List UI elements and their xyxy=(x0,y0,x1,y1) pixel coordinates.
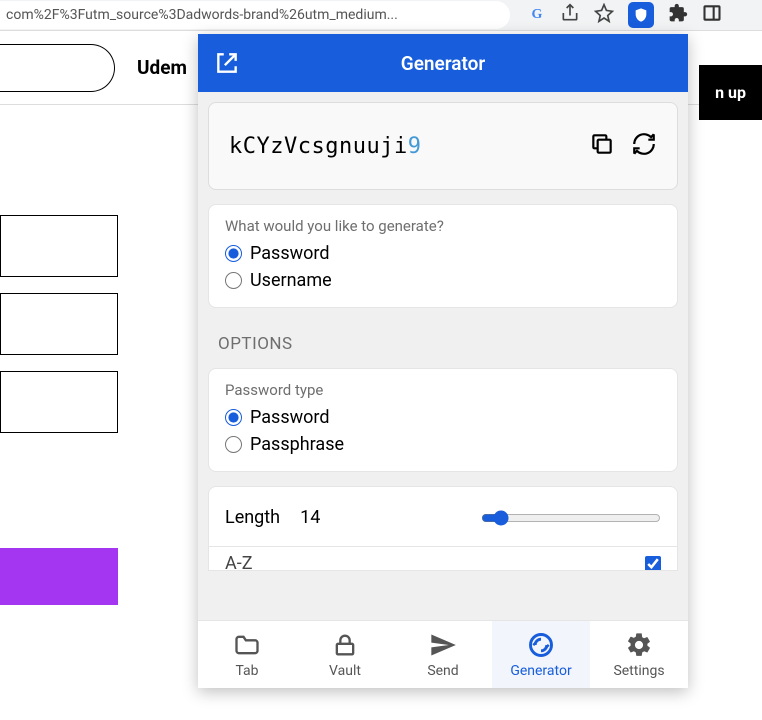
tab-send[interactable]: Send xyxy=(394,621,492,688)
share-icon[interactable] xyxy=(560,3,580,27)
url-text: com%2F%3Futm_source%3Dadwords-brand%26ut… xyxy=(6,7,398,23)
omnibox[interactable]: com%2F%3Futm_source%3Dadwords-brand%26ut… xyxy=(0,1,510,29)
search-pill[interactable] xyxy=(0,44,115,92)
brand-text: Udem xyxy=(137,56,187,79)
generate-question: What would you like to generate? xyxy=(225,217,661,235)
length-label: Length xyxy=(225,507,280,528)
bitwarden-popup: Generator kCYzVcsgnuuji9 What would you … xyxy=(198,34,688,688)
signup-button[interactable]: n up xyxy=(699,65,762,120)
tab-generator[interactable]: Generator xyxy=(492,621,590,688)
password-type-card: Password type Password Passphrase xyxy=(208,368,678,472)
submit-button[interactable] xyxy=(0,548,118,605)
length-value: 14 xyxy=(300,507,320,528)
uppercase-row: A-Z xyxy=(208,547,678,571)
popout-icon[interactable] xyxy=(214,50,240,80)
regenerate-icon[interactable] xyxy=(631,131,657,161)
popup-title: Generator xyxy=(401,52,485,75)
password-type-label: Password type xyxy=(225,381,661,399)
generate-type-card: What would you like to generate? Passwor… xyxy=(208,204,678,308)
length-slider[interactable] xyxy=(481,510,661,526)
length-card: Length 14 xyxy=(208,486,678,547)
radio-pw-type-password[interactable]: Password xyxy=(225,407,661,428)
bitwarden-extension-icon[interactable] xyxy=(628,2,654,28)
sidepanel-icon[interactable] xyxy=(702,3,722,27)
form-field-3[interactable] xyxy=(0,371,118,433)
extensions-icon[interactable] xyxy=(668,3,688,27)
uppercase-checkbox[interactable] xyxy=(645,556,661,572)
radio-username[interactable]: Username xyxy=(225,270,661,291)
generated-output: kCYzVcsgnuuji9 xyxy=(208,102,678,190)
radio-pw-type-passphrase[interactable]: Passphrase xyxy=(225,434,661,455)
tab-tab[interactable]: Tab xyxy=(198,621,296,688)
uppercase-label: A-Z xyxy=(225,553,253,571)
tab-vault[interactable]: Vault xyxy=(296,621,394,688)
radio-password[interactable]: Password xyxy=(225,243,661,264)
form-field-1[interactable] xyxy=(0,215,118,277)
form-field-2[interactable] xyxy=(0,293,118,355)
popup-header: Generator xyxy=(198,34,688,92)
bottom-tabs: Tab Vault Send Generator Settings xyxy=(198,620,688,688)
star-icon[interactable] xyxy=(594,3,614,27)
generated-password: kCYzVcsgnuuji9 xyxy=(229,134,421,159)
tab-settings[interactable]: Settings xyxy=(590,621,688,688)
options-label: OPTIONS xyxy=(218,334,678,354)
copy-icon[interactable] xyxy=(589,131,615,161)
google-icon[interactable]: G xyxy=(528,6,546,24)
